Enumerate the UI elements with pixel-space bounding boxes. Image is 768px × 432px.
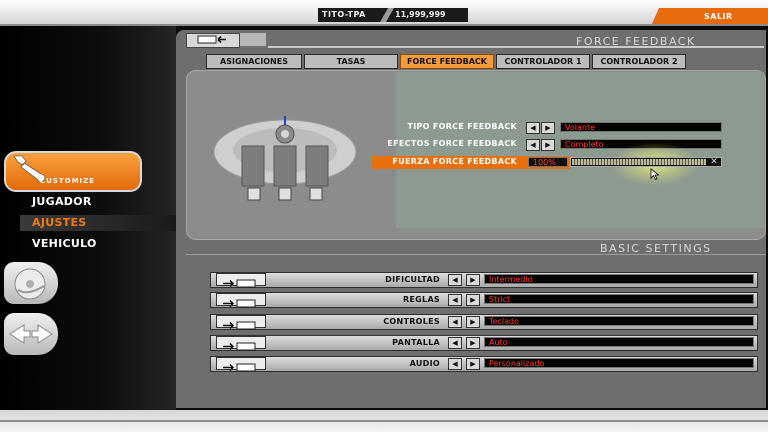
row-select-button[interactable]	[216, 293, 266, 308]
chevron-right-icon[interactable]: ▶	[466, 337, 480, 349]
row-select-button[interactable]	[216, 357, 266, 372]
row-value-reglas: Strict	[484, 294, 754, 304]
row-arrow-icon	[223, 342, 256, 351]
disc-icon	[14, 268, 46, 300]
chevron-left-icon[interactable]: ◀	[448, 337, 462, 349]
sidebar-item-ajustes[interactable]: AJUSTES	[32, 216, 87, 229]
row-label-pantalla: PANTALLA	[392, 338, 440, 347]
row-value-audio: Personalizado	[484, 358, 754, 368]
chevron-right-icon[interactable]: ▶	[466, 294, 480, 306]
row-select-button[interactable]	[216, 336, 266, 351]
chevron-right-icon[interactable]: ▶	[541, 122, 555, 134]
row-value-pantalla: Auto	[484, 337, 754, 347]
ff-value-tipo: Volante	[560, 122, 722, 132]
customize-label: CUSTOMIZE	[40, 177, 96, 185]
chevron-left-icon[interactable]: ◀	[448, 274, 462, 286]
chevron-left-icon[interactable]: ◀	[448, 358, 462, 370]
row-arrow-icon	[223, 321, 256, 330]
chevron-right-icon[interactable]: ▶	[466, 316, 480, 328]
header-strip	[240, 33, 266, 46]
slider-fill	[572, 159, 706, 165]
arrows-tile-button[interactable]	[4, 313, 58, 355]
ff-setting-label-fuerza: FUERZA FORCE FEEDBACK	[392, 157, 517, 166]
back-arrow-icon	[197, 35, 226, 44]
row-select-button[interactable]	[216, 315, 266, 330]
row-arrow-icon	[223, 299, 256, 308]
ff-value-fuerza: 100%	[528, 157, 568, 167]
tab-controlador-2[interactable]: CONTROLADOR 2	[592, 54, 686, 69]
chevron-left-icon[interactable]: ◀	[526, 122, 540, 134]
row-arrow-icon	[223, 279, 256, 288]
row-label-reglas: REGLAS	[402, 295, 440, 304]
row-label-controles: CONTROLES	[383, 317, 440, 326]
ff-setting-label-tipo: TIPO FORCE FEEDBACK	[407, 122, 517, 131]
row-select-button[interactable]	[216, 273, 266, 288]
row-arrow-icon	[223, 363, 256, 372]
row-value-controles: Teclado	[484, 316, 754, 326]
title-divider	[268, 46, 764, 48]
mouse-cursor-icon	[650, 168, 660, 180]
disc-tile-button[interactable]	[4, 262, 58, 304]
preview-overlay	[396, 72, 764, 228]
tab-tasas[interactable]: TASAS	[304, 54, 398, 69]
tab-force-feedback[interactable]: FORCE FEEDBACK	[400, 54, 494, 69]
chevron-left-icon[interactable]: ◀	[448, 316, 462, 328]
arrows-icon	[9, 324, 53, 344]
row-label-audio: AUDIO	[409, 359, 440, 368]
tab-asignaciones[interactable]: ASIGNACIONES	[206, 54, 302, 69]
tab-controlador-1[interactable]: CONTROLADOR 1	[496, 54, 590, 69]
sidebar-item-jugador[interactable]: JUGADOR	[32, 195, 92, 208]
chevron-right-icon[interactable]: ▶	[466, 274, 480, 286]
bottom-divider	[0, 420, 768, 422]
player-money: 11,999,999	[395, 10, 446, 19]
sidebar-item-vehiculo[interactable]: VEHICULO	[32, 237, 97, 250]
row-label-dificultad: DIFICULTAD	[385, 275, 440, 284]
chevron-left-icon[interactable]: ◀	[526, 139, 540, 151]
cockpit-diagram	[213, 116, 357, 201]
chevron-left-icon[interactable]: ◀	[448, 294, 462, 306]
chevron-right-icon[interactable]: ▶	[541, 139, 555, 151]
row-value-dificultad: Intermedio	[484, 274, 754, 284]
exit-button-label[interactable]: SALIR	[704, 12, 733, 21]
basic-settings-divider	[186, 254, 766, 255]
player-name: TITO-TPA	[322, 10, 366, 19]
ff-setting-label-efectos: EFECTOS FORCE FEEDBACK	[387, 139, 517, 148]
chevron-right-icon[interactable]: ▶	[466, 358, 480, 370]
close-icon[interactable]: ✕	[707, 157, 721, 167]
